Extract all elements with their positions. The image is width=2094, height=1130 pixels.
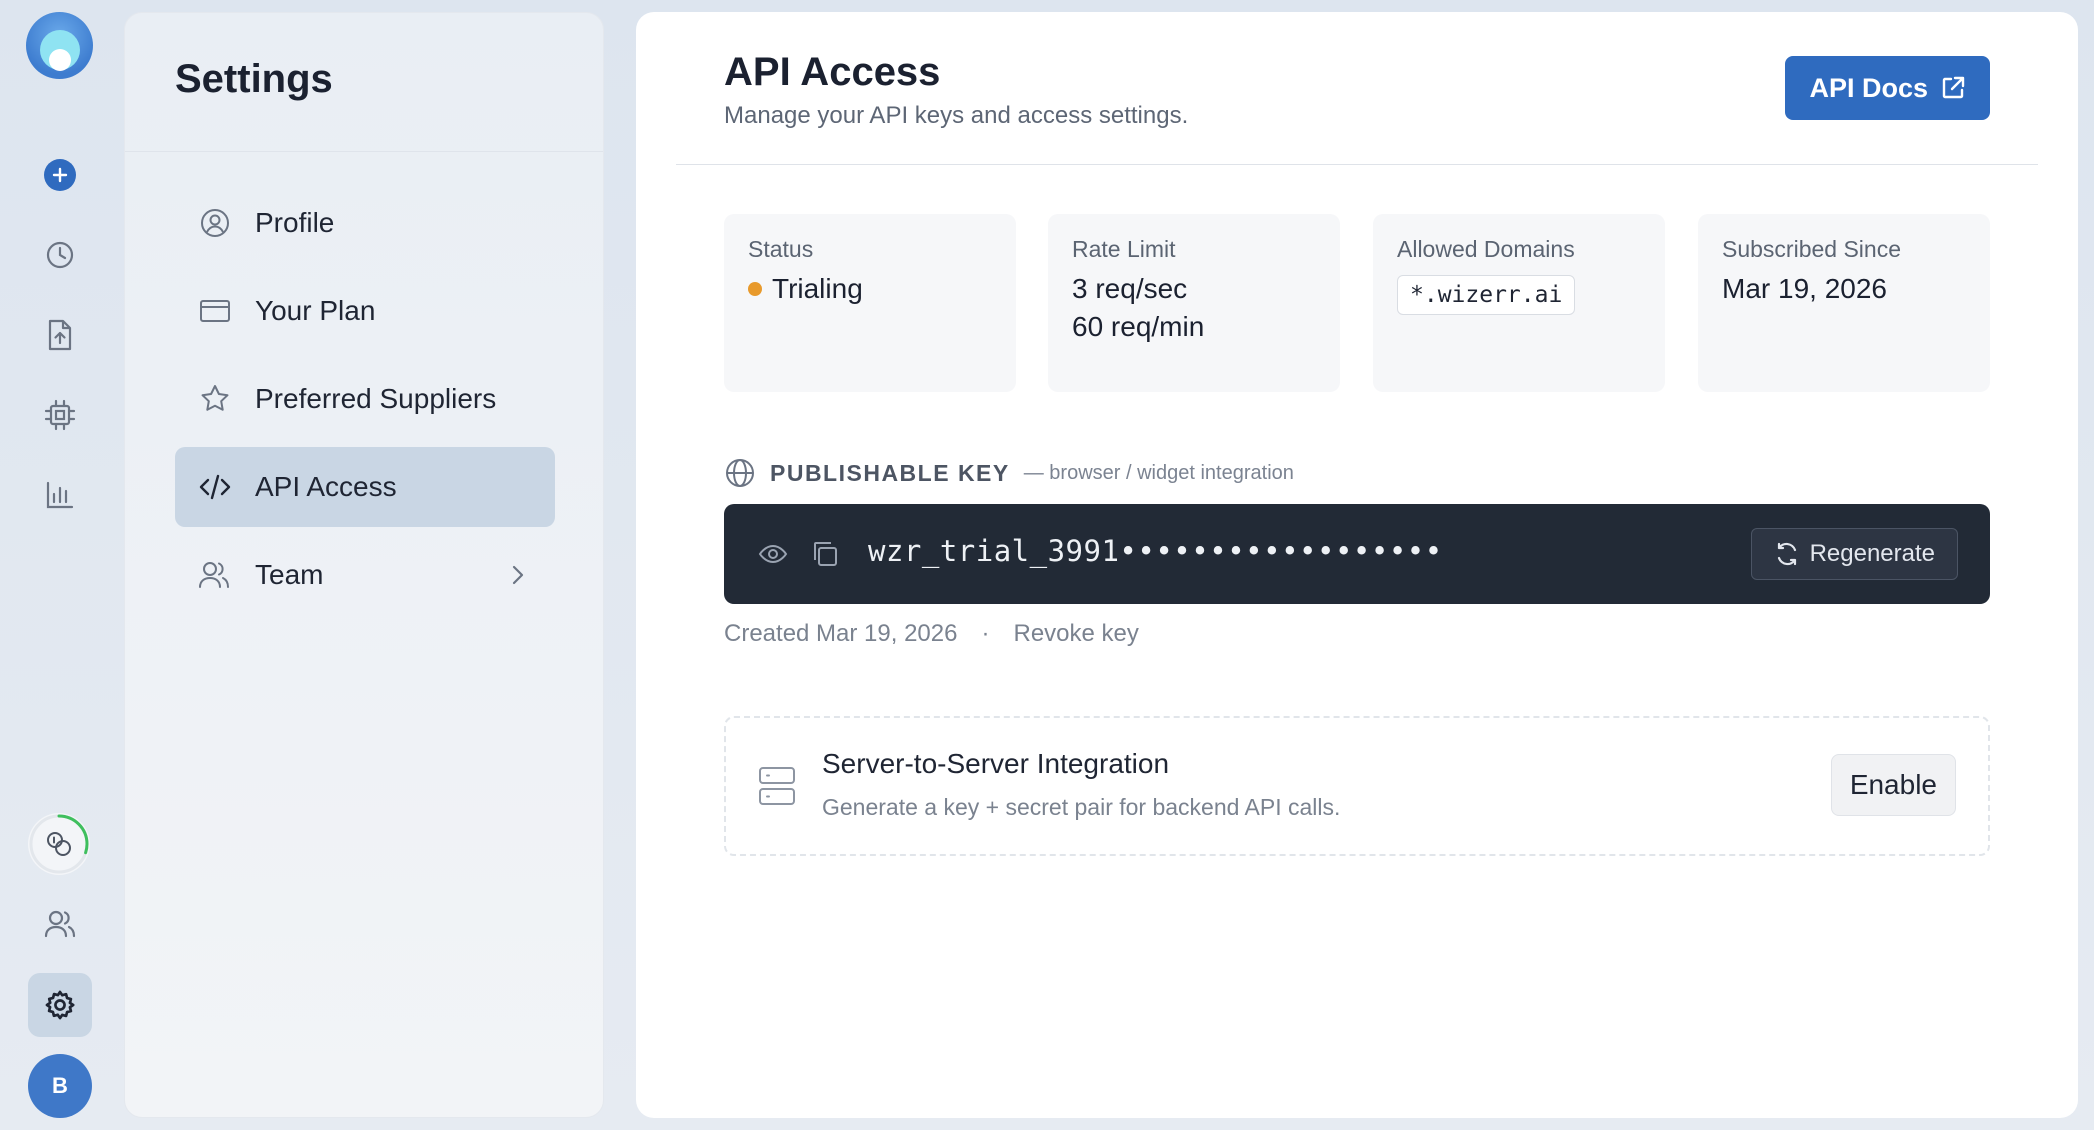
history-clock-icon[interactable] — [28, 223, 92, 287]
logo-icon[interactable] — [26, 12, 93, 79]
server-to-server-card: Server-to-Server Integration Generate a … — [724, 716, 1990, 856]
settings-panel: Settings Profile Your Plan Preferred Sup… — [124, 12, 604, 1118]
credit-card-icon — [175, 298, 255, 324]
main-content: API Access Manage your API keys and acce… — [636, 12, 2078, 1118]
settings-item-your-plan[interactable]: Your Plan — [175, 271, 555, 351]
status-dot — [748, 282, 762, 296]
settings-item-label: Your Plan — [255, 295, 376, 326]
settings-item-api-access[interactable]: API Access — [175, 447, 555, 527]
cpu-chip-icon[interactable] — [28, 383, 92, 447]
publishable-key-bar: wzr_trial_3991•••••••••••••••••• Regener… — [724, 504, 1990, 604]
new-plus-icon[interactable] — [28, 143, 92, 207]
key-meta: Created Mar 19, 2026 · Revoke key — [724, 620, 1139, 648]
panel-divider — [125, 151, 603, 152]
settings-item-profile[interactable]: Profile — [175, 183, 555, 263]
team-users-icon[interactable] — [28, 892, 92, 956]
subscribed-since-label: Subscribed Since — [1722, 236, 1901, 262]
user-circle-icon — [175, 207, 255, 239]
avatar-initial: B — [52, 1073, 68, 1098]
file-upload-icon[interactable] — [28, 303, 92, 367]
rate-limit-card: Rate Limit 3 req/sec 60 req/min — [1048, 214, 1340, 392]
meta-separator: · — [981, 620, 990, 647]
page-subtitle: Manage your API keys and access settings… — [724, 102, 1189, 129]
enable-button[interactable]: Enable — [1830, 754, 1956, 816]
key-created-date: Created Mar 19, 2026 — [724, 620, 958, 647]
icon-rail: B — [0, 0, 120, 1130]
code-icon — [175, 473, 255, 501]
refresh-icon — [1774, 541, 1800, 567]
star-icon — [175, 383, 255, 415]
settings-item-label: Preferred Suppliers — [255, 383, 497, 414]
settings-item-preferred-suppliers[interactable]: Preferred Suppliers — [175, 359, 555, 439]
page-title: API Access — [724, 50, 941, 94]
settings-gear-icon[interactable] — [28, 973, 92, 1037]
rate-limit-per-minute: 60 req/min — [1072, 311, 1205, 342]
header-divider — [676, 164, 2038, 165]
s2s-subtitle: Generate a key + secret pair for backend… — [822, 794, 1341, 820]
eye-icon[interactable] — [758, 540, 788, 568]
publishable-key-heading: PUBLISHABLE KEY — browser / widget integ… — [724, 456, 1294, 490]
users-icon — [175, 560, 255, 590]
rate-limit-per-second: 3 req/sec — [1072, 273, 1188, 304]
globe-icon — [724, 457, 756, 489]
settings-item-label: API Access — [255, 471, 397, 502]
regenerate-button[interactable]: Regenerate — [1750, 528, 1958, 580]
status-card: Status Trialing — [724, 214, 1016, 392]
external-link-icon — [1940, 75, 1966, 101]
api-docs-label: API Docs — [1809, 72, 1928, 103]
revoke-key-link[interactable]: Revoke key — [1013, 620, 1138, 648]
allowed-domains-label: Allowed Domains — [1397, 236, 1575, 262]
rate-limit-label: Rate Limit — [1072, 236, 1176, 262]
status-label: Status — [748, 236, 814, 262]
settings-title: Settings — [175, 57, 333, 101]
publishable-key-subtitle: — browser / widget integration — [1023, 461, 1294, 484]
s2s-title: Server-to-Server Integration — [822, 748, 1170, 779]
regenerate-label: Regenerate — [1809, 540, 1935, 567]
subscribed-since-card: Subscribed Since Mar 19, 2026 — [1698, 214, 1990, 392]
chevron-right-icon — [511, 564, 525, 586]
settings-item-team[interactable]: Team — [175, 535, 555, 615]
settings-item-label: Team — [255, 559, 324, 590]
publishable-key-title: PUBLISHABLE KEY — [770, 459, 1010, 486]
settings-item-label: Profile — [255, 207, 335, 238]
domain-chip: *.wizerr.ai — [1397, 275, 1576, 315]
copy-icon[interactable] — [810, 539, 840, 569]
allowed-domains-card: Allowed Domains *.wizerr.ai — [1373, 214, 1665, 392]
api-key-value[interactable]: wzr_trial_3991•••••••••••••••••• — [868, 534, 1443, 568]
server-icon — [758, 766, 796, 806]
subscribed-since-value: Mar 19, 2026 — [1722, 273, 1887, 304]
api-docs-button[interactable]: API Docs — [1785, 56, 1990, 120]
analytics-chart-icon[interactable] — [28, 463, 92, 527]
status-value: Trialing — [772, 273, 863, 304]
user-avatar[interactable]: B — [28, 1054, 92, 1118]
usage-credits-icon[interactable] — [28, 813, 90, 875]
